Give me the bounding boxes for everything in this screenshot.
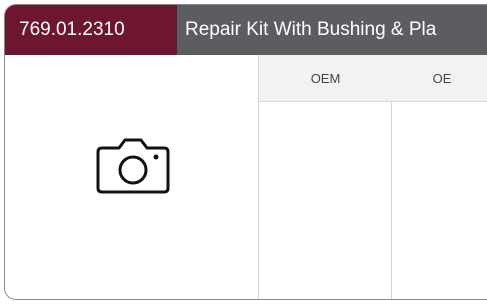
- product-card: 769.01.2310 Repair Kit With Bushing & Pl…: [4, 4, 487, 300]
- table-left-border: [258, 102, 259, 299]
- column-header-oem[interactable]: OEM: [259, 55, 392, 102]
- part-number: 769.01.2310: [5, 5, 177, 55]
- camera-icon: [96, 138, 170, 194]
- column-divider: [391, 102, 392, 299]
- crossref-table: OEM OE: [258, 55, 487, 299]
- table-header-row: OEM OE: [258, 55, 487, 102]
- product-title: Repair Kit With Bushing & Pla: [185, 19, 437, 40]
- card-header: 769.01.2310 Repair Kit With Bushing & Pl…: [5, 5, 487, 55]
- column-header-oe[interactable]: OE: [392, 55, 487, 102]
- product-image-placeholder: [5, 55, 258, 299]
